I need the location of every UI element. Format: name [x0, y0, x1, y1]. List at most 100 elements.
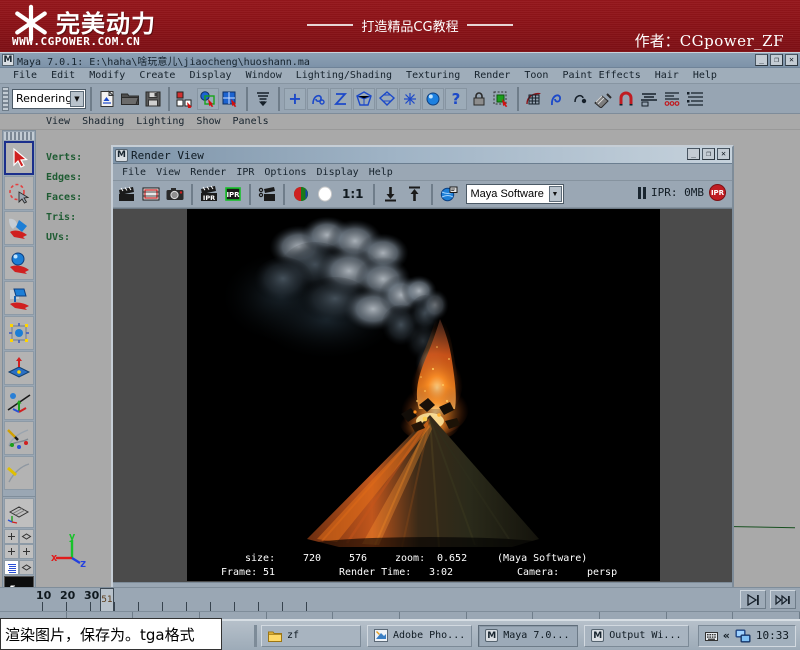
- step-forward-to-key-icon[interactable]: [740, 590, 766, 609]
- save-scene-icon[interactable]: [142, 88, 164, 110]
- help-icon[interactable]: ?: [445, 88, 467, 110]
- ipr-render-sequence-icon[interactable]: IPR: [198, 183, 220, 205]
- menu-hair[interactable]: Hair: [648, 70, 686, 81]
- panel-menu-shading[interactable]: Shading: [76, 116, 130, 127]
- menu-window[interactable]: Window: [239, 70, 289, 81]
- quad-cell-2[interactable]: [19, 529, 34, 544]
- quad-cell-3[interactable]: [4, 544, 19, 559]
- show-manip-icon[interactable]: [523, 88, 545, 110]
- zoom-ratio-button[interactable]: 1:1: [338, 187, 368, 201]
- ipr-refresh-icon[interactable]: IPR: [222, 183, 244, 205]
- pause-icon[interactable]: [638, 187, 646, 199]
- scale-tool-icon[interactable]: [4, 316, 34, 350]
- rv-menu-help[interactable]: Help: [364, 167, 398, 178]
- attribute-editor-icon[interactable]: [661, 88, 683, 110]
- panel-menu-view[interactable]: View: [40, 116, 76, 127]
- render-view-window[interactable]: M Render View _ ❐ ✕ File View Render IPR…: [111, 145, 734, 598]
- soft-modification-tool-icon[interactable]: [4, 386, 34, 420]
- outliner-pane-icon[interactable]: [4, 560, 19, 575]
- taskbar-item-zf[interactable]: zf: [261, 625, 361, 647]
- toolbar-grip[interactable]: [2, 87, 9, 111]
- outliner-persp-layout-icon[interactable]: [4, 560, 34, 575]
- taskbar-item-photoshop[interactable]: Adobe Pho...: [367, 625, 472, 647]
- menu-create[interactable]: Create: [132, 70, 182, 81]
- minimize-button[interactable]: _: [755, 54, 768, 66]
- ipr-render-icon[interactable]: [422, 88, 444, 110]
- menu-texturing[interactable]: Texturing: [399, 70, 467, 81]
- go-to-end-icon[interactable]: [770, 590, 796, 609]
- tool-settings-icon[interactable]: [684, 88, 706, 110]
- renderer-selector[interactable]: Maya Software ▼: [466, 184, 564, 204]
- show-manipulator-tool-icon[interactable]: [4, 421, 34, 455]
- rendered-image-canvas[interactable]: size: 720 576 zoom: 0.652 (Maya Software…: [187, 209, 660, 581]
- persp-pane-icon[interactable]: [19, 560, 34, 575]
- last-tool-used-icon[interactable]: [4, 456, 34, 490]
- four-view-layout-icon[interactable]: [4, 529, 34, 559]
- chevrons-left-icon[interactable]: «: [723, 629, 730, 642]
- channel-box-icon[interactable]: [638, 88, 660, 110]
- snapshot-icon[interactable]: [164, 183, 186, 205]
- menu-set-selector[interactable]: Rendering ▼: [12, 89, 86, 109]
- panel-menu-show[interactable]: Show: [190, 116, 226, 127]
- render-view-minimize-button[interactable]: _: [687, 148, 700, 160]
- quad-cell-1[interactable]: [4, 529, 19, 544]
- menu-file[interactable]: File: [6, 70, 44, 81]
- paint-icon[interactable]: [592, 88, 614, 110]
- new-scene-icon[interactable]: [96, 88, 118, 110]
- taskbar-item-output-window[interactable]: M Output Wi...: [584, 625, 688, 647]
- snap-to-live-polygon-icon[interactable]: [353, 88, 375, 110]
- menu-render[interactable]: Render: [467, 70, 517, 81]
- rv-menu-view[interactable]: View: [151, 167, 185, 178]
- render-view-maximize-button[interactable]: ❐: [702, 148, 715, 160]
- select-by-component-icon[interactable]: [220, 88, 242, 110]
- rv-menu-file[interactable]: File: [117, 167, 151, 178]
- paint-select-tool-icon[interactable]: [4, 211, 34, 245]
- menu-help[interactable]: Help: [686, 70, 724, 81]
- render-settings-icon[interactable]: [256, 183, 278, 205]
- snap-to-view-plane-icon[interactable]: [330, 88, 352, 110]
- menu-toon[interactable]: Toon: [517, 70, 555, 81]
- rv-menu-ipr[interactable]: IPR: [231, 167, 259, 178]
- render-globals-window-icon[interactable]: [438, 183, 460, 205]
- lock-icon[interactable]: [468, 88, 490, 110]
- snap-to-grid-icon[interactable]: [252, 88, 274, 110]
- taskbar-item-maya[interactable]: M Maya 7.0...: [478, 625, 578, 647]
- chevron-down-icon[interactable]: ▼: [70, 91, 84, 107]
- render-current-frame-icon[interactable]: [399, 88, 421, 110]
- single-perspective-layout-icon[interactable]: [4, 498, 34, 528]
- remove-image-icon[interactable]: [404, 183, 426, 205]
- rv-menu-render[interactable]: Render: [185, 167, 231, 178]
- rgb-channels-icon[interactable]: [290, 183, 312, 205]
- point-light-icon[interactable]: [569, 88, 591, 110]
- chevron-down-icon[interactable]: ▼: [549, 186, 562, 202]
- quad-cell-4[interactable]: [19, 544, 34, 559]
- rv-menu-options[interactable]: Options: [259, 167, 311, 178]
- toolbox-grip[interactable]: [4, 132, 34, 140]
- current-frame-marker[interactable]: 51: [100, 588, 114, 612]
- alpha-channel-icon[interactable]: [314, 183, 336, 205]
- render-sequence-icon[interactable]: [140, 183, 162, 205]
- keep-image-icon[interactable]: [380, 183, 402, 205]
- panel-menu-panels[interactable]: Panels: [227, 116, 275, 127]
- select-tool-icon[interactable]: [4, 141, 34, 175]
- construction-history-icon[interactable]: [376, 88, 398, 110]
- keyboard-layout-icon[interactable]: [705, 630, 718, 642]
- select-by-hierarchy-icon[interactable]: [174, 88, 196, 110]
- menu-lighting-shading[interactable]: Lighting/Shading: [289, 70, 399, 81]
- rv-menu-display[interactable]: Display: [312, 167, 364, 178]
- curve-tool-icon[interactable]: [546, 88, 568, 110]
- snap-to-point-icon[interactable]: [307, 88, 329, 110]
- close-button[interactable]: ✕: [785, 54, 798, 66]
- menu-edit[interactable]: Edit: [44, 70, 82, 81]
- component-mask-icon[interactable]: [491, 88, 513, 110]
- network-icon[interactable]: [735, 629, 751, 643]
- move-tool-icon[interactable]: [4, 246, 34, 280]
- taskbar-clock[interactable]: 10:33: [756, 629, 789, 642]
- render-region-icon[interactable]: [116, 183, 138, 205]
- snap-to-curve-icon[interactable]: +: [284, 88, 306, 110]
- rotate-tool-icon[interactable]: [4, 281, 34, 315]
- open-scene-icon[interactable]: [119, 88, 141, 110]
- magnet-icon[interactable]: [615, 88, 637, 110]
- menu-modify[interactable]: Modify: [82, 70, 132, 81]
- select-by-object-icon[interactable]: [197, 88, 219, 110]
